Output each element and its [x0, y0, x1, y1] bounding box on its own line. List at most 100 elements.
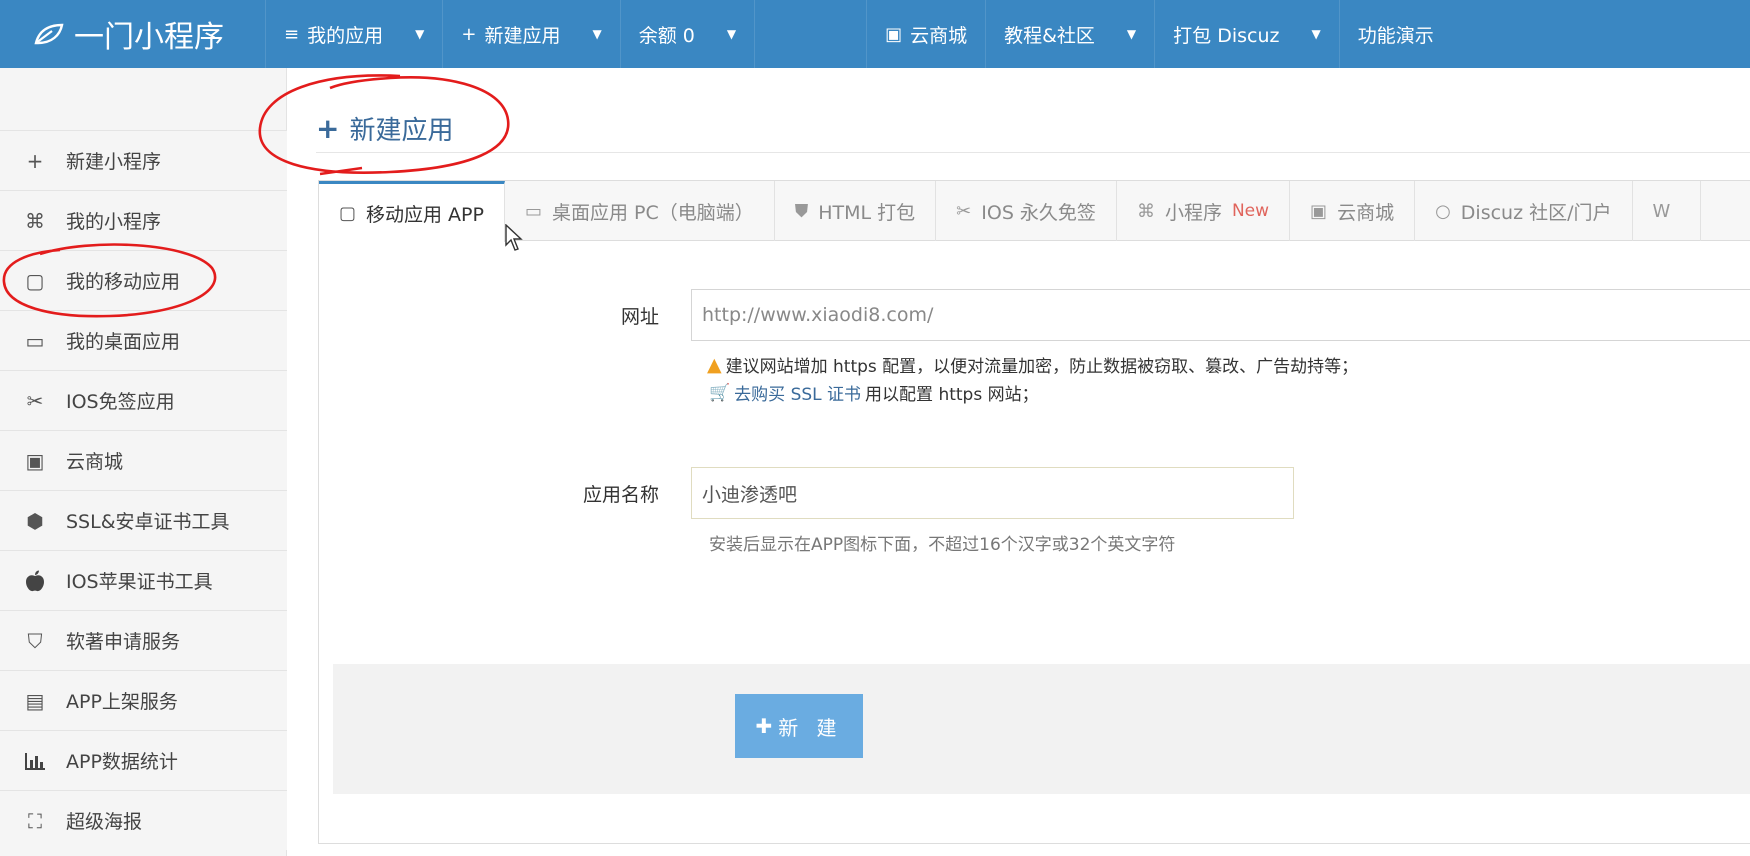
store-icon: ▣	[885, 23, 903, 45]
app-store-icon: ▤	[25, 688, 45, 713]
cart-icon: 🛒	[709, 382, 731, 403]
sidebar-item-2[interactable]: ▢ 我的移动应用	[0, 250, 287, 310]
app-type-tabs: ▢ 移动应用 APP ▭ 桌面应用 PC（电脑端） ⛊ HTML 打包 ✂ IOS 永久免签 ⌘…	[319, 181, 1750, 242]
new-badge: New	[1231, 201, 1270, 221]
nav-item-7[interactable]: 功能演示	[1338, 0, 1452, 68]
tab-2[interactable]: ⛊ HTML 打包	[775, 181, 937, 241]
buy-ssl-link[interactable]: 去购买 SSL 证书	[734, 380, 861, 405]
nav-item-1[interactable]: + 新建应用 ▼	[442, 0, 619, 68]
sidebar-item-7[interactable]: IOS苹果证书工具	[0, 550, 287, 610]
sidebar-item-label: IOS免签应用	[66, 391, 175, 413]
sidebar-item-label: 我的小程序	[66, 211, 162, 233]
sidebar: + 新建小程序 ⌘ 我的小程序 ▢ 我的移动应用 ▭ 我的桌面应用 ✂ IOS免签应用 ▣ 云商城 ⬢ S…	[0, 68, 287, 856]
ssl-icon: ⬢	[26, 508, 44, 533]
leaf-icon	[34, 23, 64, 45]
sidebar-item-label: 我的桌面应用	[66, 331, 181, 353]
sidebar-item-5[interactable]: ▣ 云商城	[0, 430, 287, 490]
top-nav-menu: ≡ 我的应用 ▼ + 新建应用 ▼ 余额 0 ▼ ▣ 云商城 教程&社区 ▼ 打包 Discuz ▼ 功能演…	[265, 0, 1452, 68]
nav-item-label: 打包 Discuz	[1173, 24, 1280, 47]
nav-item-label: 云商城	[910, 24, 968, 47]
wordpress-icon: W	[1652, 200, 1671, 222]
nav-item-2[interactable]: 余额 0 ▼	[619, 0, 754, 68]
plus-icon: +	[316, 112, 340, 145]
top-navbar: 一门小程序 ≡ 我的应用 ▼ + 新建应用 ▼ 余额 0 ▼ ▣ 云商城 教程&社区 ▼ 打包 Disc…	[0, 0, 1750, 68]
sidebar-item-label: APP上架服务	[66, 691, 178, 713]
caret-down-icon: ▼	[415, 27, 425, 41]
create-button[interactable]: ✚ 新 建	[735, 694, 863, 758]
grid-icon: ⌘	[25, 208, 45, 233]
sidebar-item-11[interactable]: ⛶ 超级海报	[0, 790, 287, 850]
form-actions: ✚ 新 建	[333, 664, 1750, 794]
tab-0[interactable]: ▢ 移动应用 APP	[319, 181, 505, 242]
create-button-label: 新 建	[778, 715, 843, 740]
https-warning-text: 建议网站增加 https 配置，以便对流量加密，防止数据被窃取、篡改、广告劫持等…	[725, 357, 1359, 377]
url-label: 网址	[620, 306, 659, 328]
app-name-input[interactable]	[691, 467, 1294, 519]
sidebar-item-label: IOS苹果证书工具	[66, 571, 213, 593]
app-name-label: 应用名称	[582, 484, 659, 506]
nav-item-0[interactable]: ≡ 我的应用 ▼	[265, 0, 442, 68]
page-title-text: 新建应用	[349, 116, 454, 146]
tab-label: 移动应用 APP	[366, 203, 484, 226]
sidebar-item-label: APP数据统计	[66, 751, 178, 773]
html5-icon: ⛊	[794, 200, 809, 222]
nav-item-6[interactable]: 打包 Discuz ▼	[1154, 0, 1339, 68]
caret-down-icon: ▼	[592, 27, 602, 41]
sidebar-item-label: 软著申请服务	[66, 631, 181, 653]
poster-icon: ⛶	[28, 808, 42, 833]
plus-icon: +	[461, 23, 477, 45]
page-title: + 新建应用	[316, 110, 453, 147]
tab-label: 云商城	[1337, 201, 1395, 224]
brand-logo[interactable]: 一门小程序	[0, 0, 265, 68]
sidebar-item-0[interactable]: + 新建小程序	[0, 130, 287, 190]
nav-item-label: 功能演示	[1357, 24, 1434, 47]
nav-item-label: 新建应用	[484, 24, 561, 47]
tab-1[interactable]: ▭ 桌面应用 PC（电脑端）	[505, 181, 775, 241]
tab-3[interactable]: ✂ IOS 永久免签	[936, 181, 1117, 241]
sidebar-item-label: 云商城	[66, 451, 124, 473]
tab-label: Discuz 社区/门户	[1460, 201, 1612, 224]
tab-6[interactable]: ○ Discuz 社区/门户	[1415, 181, 1633, 241]
sidebar-item-label: 我的移动应用	[66, 271, 181, 293]
sidebar-item-9[interactable]: ▤ APP上架服务	[0, 670, 287, 730]
store-icon: ▣	[25, 448, 45, 473]
sidebar-item-6[interactable]: ⬢ SSL&安卓证书工具	[0, 490, 287, 550]
https-warning: ▲ 建议网站增加 https 配置，以便对流量加密，防止数据被窃取、篡改、广告劫…	[707, 352, 1359, 378]
app-name-hint: 安装后显示在APP图标下面，不超过16个汉字或32个英文字符	[709, 535, 1176, 555]
nav-item-5[interactable]: 教程&社区 ▼	[985, 0, 1154, 68]
divider	[316, 152, 1750, 153]
nav-item-3[interactable]	[754, 0, 866, 68]
main-content: + 新建应用 ▢ 移动应用 APP ▭ 桌面应用 PC（电脑端） ⛊ HTML 打包 ✂ IO…	[288, 68, 1750, 856]
sidebar-item-3[interactable]: ▭ 我的桌面应用	[0, 310, 287, 370]
sidebar-item-label: SSL&安卓证书工具	[66, 511, 230, 533]
ssl-hint-suffix: 用以配置 https 网站；	[865, 385, 1039, 405]
tab-5[interactable]: ▣ 云商城	[1290, 181, 1416, 241]
nav-item-label: 余额 0	[638, 24, 695, 47]
sidebar-item-1[interactable]: ⌘ 我的小程序	[0, 190, 287, 250]
sidebar-item-4[interactable]: ✂ IOS免签应用	[0, 370, 287, 430]
ssl-hint: 🛒 去购买 SSL 证书 用以配置 https 网站；	[709, 380, 1039, 406]
mobile-icon: ▢	[339, 202, 357, 224]
brand-name: 一门小程序	[74, 20, 224, 55]
plus-icon: ✚	[755, 714, 773, 738]
mobile-icon: ▢	[25, 268, 45, 293]
sidebar-menu: + 新建小程序 ⌘ 我的小程序 ▢ 我的移动应用 ▭ 我的桌面应用 ✂ IOS免签应用 ▣ 云商城 ⬢ S…	[0, 130, 287, 850]
sidebar-item-label: 新建小程序	[66, 151, 162, 173]
desktop-icon: ▭	[524, 200, 542, 222]
menu-icon: ≡	[284, 23, 300, 45]
caret-down-icon: ▼	[726, 27, 737, 41]
discuz-icon: ○	[1435, 200, 1451, 222]
scissors-icon: ✂	[956, 200, 972, 222]
tab-7[interactable]: W	[1633, 181, 1702, 241]
new-app-panel: ▢ 移动应用 APP ▭ 桌面应用 PC（电脑端） ⛊ HTML 打包 ✂ IOS 永久免签 ⌘…	[318, 180, 1750, 844]
tab-label: IOS 永久免签	[981, 201, 1096, 224]
sidebar-item-10[interactable]: APP数据统计	[0, 730, 287, 790]
sidebar-item-8[interactable]: ⛉ 软著申请服务	[0, 610, 287, 670]
nav-item-label: 教程&社区	[1004, 24, 1095, 47]
caret-down-icon: ▼	[1126, 27, 1137, 41]
warning-icon: ▲	[707, 353, 722, 376]
url-input[interactable]	[691, 289, 1750, 341]
nav-item-4[interactable]: ▣ 云商城	[866, 0, 985, 68]
store-icon: ▣	[1310, 200, 1328, 222]
tab-4[interactable]: ⌘ 小程序 New	[1117, 181, 1291, 241]
